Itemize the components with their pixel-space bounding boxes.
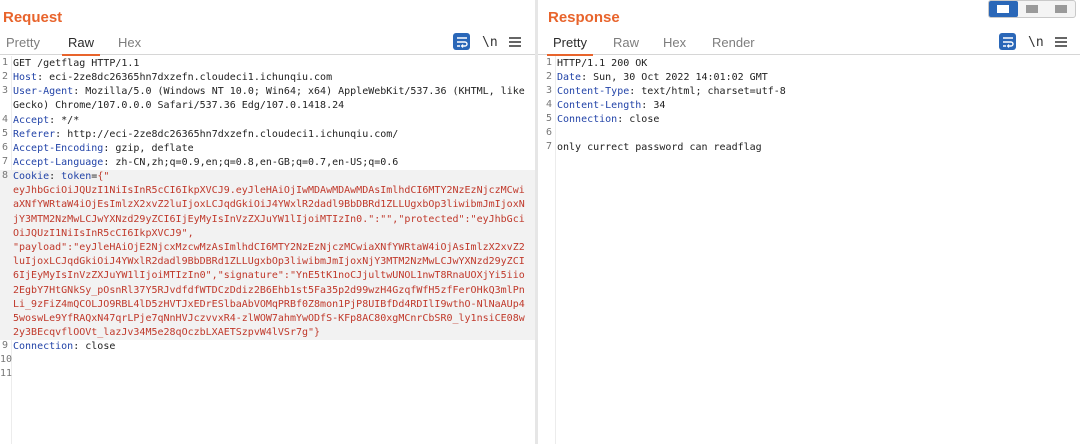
response-line-text: HTTP/1.1 200 OK: [557, 57, 1070, 71]
tab-render[interactable]: Render: [712, 35, 755, 50]
code-text: : Sun, 30 Oct 2022 14:01:02 GMT: [581, 72, 768, 83]
header-name: User-Agent: [13, 86, 74, 97]
code-text: : text/html; charset=utf-8: [629, 86, 786, 97]
newline-icon[interactable]: \n: [1028, 33, 1044, 51]
request-line-text: Host: eci-2ze8dc26365hn7dxzefn.cloudeci1…: [13, 71, 525, 85]
tab-raw[interactable]: Raw: [61, 35, 101, 56]
code-text: : eci-2ze8dc26365hn7dxzefn.cloudeci1.ich…: [37, 72, 333, 83]
tab-hex[interactable]: Hex: [663, 35, 686, 50]
code-text: : http://eci-2ze8dc26365hn7dxzefn.cloude…: [55, 129, 399, 140]
wrap-lines-icon[interactable]: [453, 33, 470, 50]
code-text: HTTP/1.1 200 OK: [557, 58, 648, 69]
header-name: Connection: [557, 114, 618, 125]
tab-pretty[interactable]: Pretty: [6, 35, 40, 50]
code-text: :: [49, 171, 62, 182]
header-name: Referer: [13, 129, 56, 140]
response-line-text: Content-Type: text/html; charset=utf-8: [557, 85, 1070, 99]
request-tab-bar: Pretty Raw Hex \n: [0, 32, 535, 56]
menu-icon[interactable]: [509, 33, 521, 51]
request-pane: Request Pretty Raw Hex \n 1 GET /getflag …: [0, 0, 535, 444]
wrap-lines-icon[interactable]: [999, 33, 1016, 50]
request-line-text: Accept-Language: zh-CN,zh;q=0.9,en;q=0.8…: [13, 156, 525, 170]
request-editor[interactable]: 1 GET /getflag HTTP/1.1 2 Host: eci-2ze8dc…: [0, 56, 535, 444]
request-line-text: Connection: close: [13, 340, 525, 354]
header-name: token: [61, 171, 92, 182]
tab-pretty[interactable]: Pretty: [547, 35, 593, 56]
code-text: : gzip, deflate: [103, 143, 194, 154]
response-line-text: only currect password can readflag: [557, 141, 1070, 155]
request-line-text: User-Agent: Mozilla/5.0 (Windows NT 10.0…: [13, 85, 525, 113]
request-title: Request: [3, 9, 63, 26]
gutter: [555, 56, 556, 444]
response-title: Response: [548, 9, 620, 26]
tab-hex[interactable]: Hex: [118, 35, 141, 50]
layout-tabs-icon[interactable]: [1046, 1, 1075, 17]
response-line-text: Connection: close: [557, 113, 1070, 127]
code-text: : close: [617, 114, 660, 125]
request-line-text: Referer: http://eci-2ze8dc26365hn7dxzefn…: [13, 128, 525, 142]
response-editor[interactable]: 1 HTTP/1.1 200 OK 2 Date: Sun, 30 Oct 2022…: [544, 56, 1080, 444]
header-name: Cookie: [13, 171, 50, 182]
header-name: Content-Type: [557, 86, 630, 97]
request-line-text: Accept: */*: [13, 114, 525, 128]
header-name: Content-Length: [557, 100, 642, 111]
code-text: : zh-CN,zh;q=0.9,en;q=0.8,en-GB;q=0.7,en…: [103, 157, 399, 168]
code-text: : close: [73, 341, 116, 352]
cookie-value: {" eyJhbGciOiJQUzI1NiIsInR5cCI6IkpXVCJ9.…: [13, 171, 525, 339]
layout-side-by-side-icon[interactable]: [989, 1, 1018, 17]
response-pane: Response Pretty Raw Hex Render \n 1 HTTP/…: [538, 0, 1080, 444]
request-line-text: GET /getflag HTTP/1.1: [13, 57, 525, 71]
layout-toggle-icon[interactable]: [988, 0, 1076, 18]
header-name: Date: [557, 72, 582, 83]
code-text: GET /getflag HTTP/1.1: [13, 58, 140, 69]
tab-raw[interactable]: Raw: [613, 35, 639, 50]
header-name: Accept: [13, 115, 50, 126]
response-line-text: Date: Sun, 30 Oct 2022 14:01:02 GMT: [557, 71, 1070, 85]
header-name: Connection: [13, 341, 74, 352]
request-line-text: Cookie: token={" eyJhbGciOiJQUzI1NiIsInR…: [13, 170, 525, 340]
newline-icon[interactable]: \n: [482, 33, 498, 51]
code-text: : */*: [49, 115, 80, 126]
header-name: Accept-Encoding: [13, 143, 104, 154]
menu-icon[interactable]: [1055, 33, 1067, 51]
header-name: Host: [13, 72, 38, 83]
code-text: : 34: [641, 100, 666, 111]
code-text: : Mozilla/5.0 (Windows NT 10.0; Win64; x…: [13, 86, 531, 112]
request-line-text: Accept-Encoding: gzip, deflate: [13, 142, 525, 156]
response-tab-bar: Pretty Raw Hex Render \n: [538, 32, 1080, 56]
layout-stacked-icon[interactable]: [1018, 1, 1047, 17]
response-line-text: Content-Length: 34: [557, 99, 1070, 113]
code-text: only currect password can readflag: [557, 142, 762, 153]
request-line-cookie: 8 Cookie: token={" eyJhbGciOiJQUzI1NiIsIn…: [0, 170, 535, 340]
header-name: Accept-Language: [13, 157, 104, 168]
